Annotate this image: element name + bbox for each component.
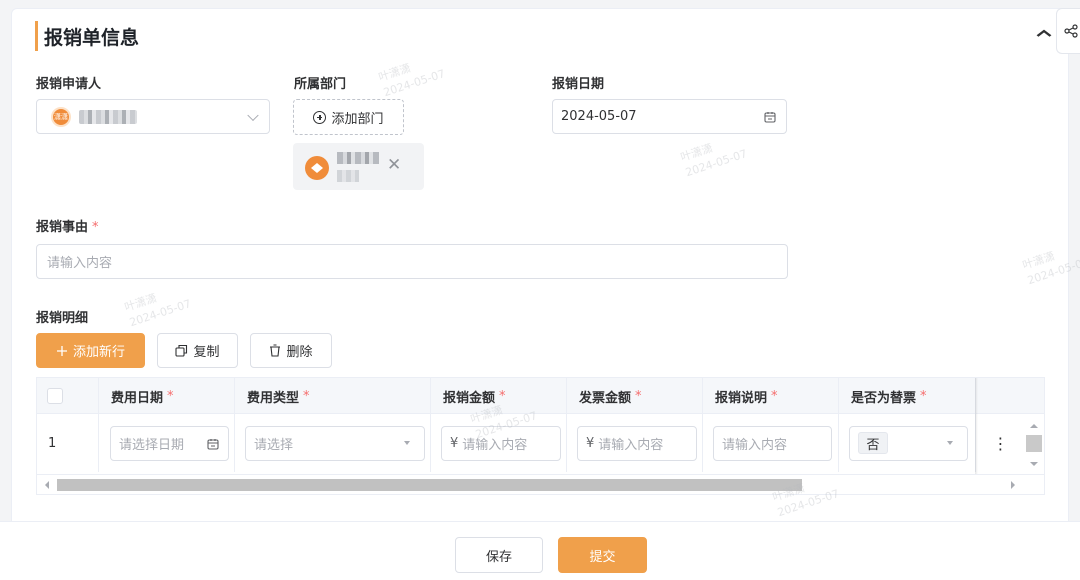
scroll-left-arrow-icon[interactable] bbox=[43, 480, 51, 490]
date-input[interactable]: 2024-05-07 bbox=[552, 99, 787, 134]
horizontal-scrollbar[interactable] bbox=[37, 474, 1044, 494]
select-all-cell bbox=[37, 378, 99, 414]
horizontal-scrollbar-thumb[interactable] bbox=[57, 479, 802, 491]
dropdown-arrow-icon bbox=[947, 441, 953, 445]
table-cell: 请选择 bbox=[235, 414, 431, 472]
submit-button[interactable]: 提交 bbox=[558, 537, 647, 573]
plus-circle-icon bbox=[313, 110, 327, 124]
applicant-select[interactable]: 潇潇 bbox=[36, 99, 270, 134]
scroll-down-arrow-icon[interactable] bbox=[1028, 460, 1040, 468]
table-cell: ¥ 请输入内容 bbox=[567, 414, 703, 472]
scroll-up-arrow-icon[interactable] bbox=[1028, 422, 1040, 430]
column-header: 报销说明 * bbox=[703, 378, 839, 414]
select-all-checkbox[interactable] bbox=[47, 388, 63, 404]
expense-date-input[interactable]: 请选择日期 bbox=[110, 425, 229, 461]
share-button[interactable] bbox=[1056, 8, 1080, 54]
column-header: 发票金额 * bbox=[567, 378, 703, 414]
section-title: 报销单信息 bbox=[44, 26, 140, 49]
calendar-icon bbox=[207, 438, 219, 450]
applicant-name-redacted bbox=[79, 109, 137, 124]
reason-placeholder: 请输入内容 bbox=[47, 256, 113, 271]
applicant-label: 报销申请人 bbox=[36, 77, 102, 92]
add-row-label: 添加新行 bbox=[72, 345, 125, 360]
column-header: 费用日期 * bbox=[99, 378, 235, 414]
section-accent-bar bbox=[35, 21, 38, 51]
department-subname-redacted bbox=[337, 170, 359, 182]
reason-label: 报销事由 * bbox=[36, 220, 99, 235]
remove-department-icon[interactable]: ✕ bbox=[387, 155, 401, 175]
reason-input[interactable]: 请输入内容 bbox=[36, 244, 788, 279]
copy-icon bbox=[175, 344, 188, 357]
column-header: 费用类型 * bbox=[235, 378, 431, 414]
vertical-scrollbar-thumb[interactable] bbox=[1026, 435, 1042, 452]
details-table: 费用日期 * 费用类型 * 报销金额 * 发票金额 * 报销说明 * 是否为替票 * 1 请… bbox=[36, 377, 1045, 495]
section-header: 报销单信息 bbox=[35, 21, 140, 51]
table-row-index: 1 bbox=[37, 414, 99, 472]
department-chip: ✕ bbox=[293, 143, 424, 190]
plus-icon bbox=[56, 345, 67, 356]
substitute-ticket-select[interactable]: 否 bbox=[849, 425, 968, 461]
save-label: 保存 bbox=[485, 549, 512, 565]
required-mark: * bbox=[92, 220, 99, 235]
dropdown-arrow-icon bbox=[404, 441, 410, 445]
scroll-right-arrow-icon[interactable] bbox=[1009, 480, 1017, 490]
department-name-redacted bbox=[337, 152, 379, 164]
invoice-amount-input[interactable]: ¥ 请输入内容 bbox=[577, 425, 697, 461]
share-icon bbox=[1063, 24, 1078, 38]
calendar-icon bbox=[764, 111, 776, 123]
description-input[interactable]: 请输入内容 bbox=[713, 425, 832, 461]
table-cell: 否 bbox=[839, 414, 976, 472]
chevron-down-icon bbox=[247, 109, 259, 121]
details-label: 报销明细 bbox=[36, 311, 89, 326]
column-header: 是否为替票 * bbox=[839, 378, 976, 414]
department-icon bbox=[305, 156, 329, 180]
copy-button[interactable]: 复制 bbox=[157, 333, 238, 368]
collapse-button[interactable] bbox=[1031, 23, 1057, 43]
date-value: 2024-05-07 bbox=[561, 109, 637, 124]
add-department-label: 添加部门 bbox=[331, 111, 384, 127]
table-cell: 请选择日期 bbox=[99, 414, 235, 472]
more-vertical-icon: ⋮ bbox=[992, 433, 1009, 453]
copy-label: 复制 bbox=[193, 345, 220, 360]
save-button[interactable]: 保存 bbox=[455, 537, 543, 573]
date-label: 报销日期 bbox=[552, 77, 605, 92]
avatar: 潇潇 bbox=[51, 106, 71, 127]
add-department-button[interactable]: 添加部门 bbox=[293, 99, 404, 135]
delete-label: 删除 bbox=[286, 345, 313, 360]
delete-button[interactable]: 删除 bbox=[250, 333, 332, 368]
amount-input[interactable]: ¥ 请输入内容 bbox=[441, 425, 561, 461]
department-label: 所属部门 bbox=[294, 77, 347, 92]
chevron-up-icon bbox=[1036, 29, 1052, 37]
more-actions-button[interactable]: ⋮ bbox=[978, 414, 1023, 472]
column-header: 报销金额 * bbox=[431, 378, 567, 414]
expense-type-select[interactable]: 请选择 bbox=[245, 425, 425, 461]
table-cell: 请输入内容 bbox=[703, 414, 839, 472]
table-header: 费用日期 * 费用类型 * 报销金额 * 发票金额 * 报销说明 * 是否为替票 * bbox=[37, 378, 1044, 414]
substitute-value-tag: 否 bbox=[858, 432, 888, 454]
add-row-button[interactable]: 添加新行 bbox=[36, 333, 145, 368]
table-cell: ¥ 请输入内容 bbox=[431, 414, 567, 472]
trash-icon bbox=[270, 344, 281, 357]
submit-label: 提交 bbox=[589, 549, 616, 565]
form-footer: 保存 提交 bbox=[0, 521, 1080, 580]
